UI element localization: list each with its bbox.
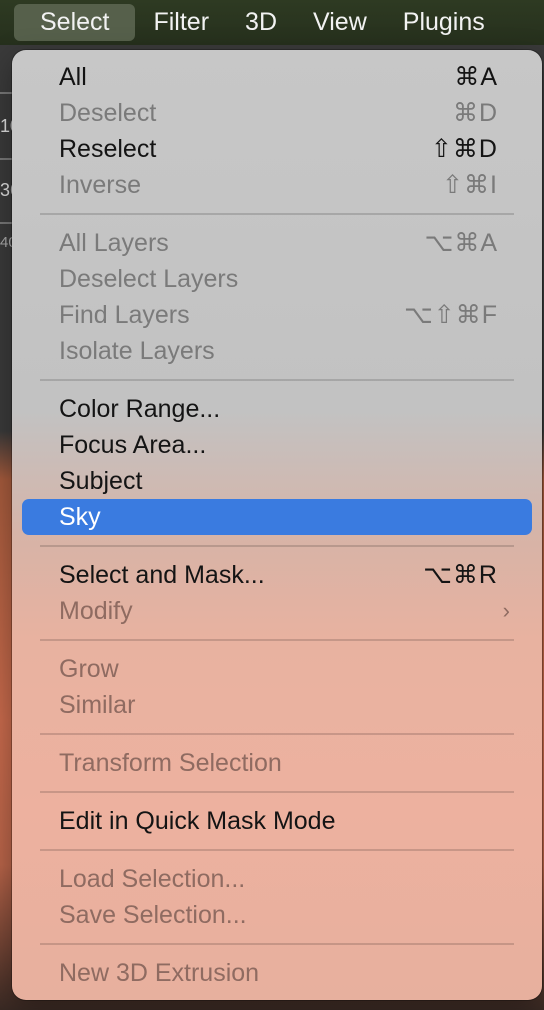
menu-item-new-3d-extrusion[interactable]: New 3D Extrusion — [22, 955, 532, 991]
menu-item-grow[interactable]: Grow — [22, 651, 532, 687]
menu-item-label: Reselect — [59, 135, 157, 163]
menu-separator — [40, 849, 514, 851]
menu-item-label: Similar — [59, 691, 136, 719]
menu-item-label: Load Selection... — [59, 865, 246, 893]
menubar-select[interactable]: Select — [14, 4, 136, 41]
menu-item-subject[interactable]: Subject — [22, 463, 532, 499]
menu-item-label: Modify — [59, 597, 133, 625]
menu-item-label: Color Range... — [59, 395, 221, 423]
menu-item-label: Save Selection... — [59, 901, 247, 929]
menu-bar: Select Filter 3D View Plugins — [0, 0, 544, 45]
menu-item-label: Find Layers — [59, 301, 190, 329]
menubar-plugins[interactable]: Plugins — [385, 0, 503, 45]
menu-item-color-range[interactable]: Color Range... — [22, 391, 532, 427]
menu-item-label: Inverse — [59, 171, 141, 199]
menu-item-save-selection[interactable]: Save Selection... — [22, 897, 532, 933]
menu-item-label: All — [59, 63, 87, 91]
menu-item-label: Focus Area... — [59, 431, 207, 459]
menu-separator — [40, 545, 514, 547]
menu-item-label: New 3D Extrusion — [59, 959, 260, 987]
menu-item-label: Edit in Quick Mask Mode — [59, 807, 336, 835]
menu-item-deselect-layers[interactable]: Deselect Layers — [22, 261, 532, 297]
menu-item-all-layers[interactable]: All Layers ⌥⌘A — [22, 225, 532, 261]
menubar-view[interactable]: View — [295, 0, 385, 45]
menu-item-shortcut: ⇧⌘D — [430, 135, 498, 163]
chevron-right-icon: › — [502, 598, 510, 623]
menu-item-label: Deselect — [59, 99, 157, 127]
menu-item-load-selection[interactable]: Load Selection... — [22, 861, 532, 897]
menu-item-shortcut: ⌥⌘R — [423, 561, 498, 589]
menu-item-label: All Layers — [59, 229, 169, 257]
menu-separator — [40, 379, 514, 381]
menubar-3d[interactable]: 3D — [227, 0, 295, 45]
menu-item-shortcut: ⌘D — [452, 99, 498, 127]
menu-item-label: Subject — [59, 467, 143, 495]
menu-item-label: Sky — [59, 503, 101, 531]
select-menu: All ⌘A Deselect ⌘D Reselect ⇧⌘D Inverse ⇧⌘I All … — [12, 50, 542, 1000]
menu-item-inverse[interactable]: Inverse ⇧⌘I — [22, 167, 532, 203]
menu-item-label: Deselect Layers — [59, 265, 239, 293]
menu-item-label: Transform Selection — [59, 749, 282, 777]
menu-item-shortcut: ⌘A — [454, 63, 498, 91]
menu-item-isolate-layers[interactable]: Isolate Layers — [22, 333, 532, 369]
menu-separator — [40, 791, 514, 793]
menu-item-deselect[interactable]: Deselect ⌘D — [22, 95, 532, 131]
menu-item-label: Select and Mask... — [59, 561, 265, 589]
menu-separator — [40, 943, 514, 945]
menu-item-label: Isolate Layers — [59, 337, 215, 365]
menu-item-label: Grow — [59, 655, 119, 683]
menu-item-focus-area[interactable]: Focus Area... — [22, 427, 532, 463]
menu-separator — [40, 733, 514, 735]
menu-item-all[interactable]: All ⌘A — [22, 59, 532, 95]
menu-item-shortcut: ⇧⌘I — [442, 171, 498, 199]
menu-item-edit-in-quick-mask-mode[interactable]: Edit in Quick Mask Mode — [22, 803, 532, 839]
menubar-filter[interactable]: Filter — [135, 0, 227, 45]
menu-separator — [40, 639, 514, 641]
menu-item-find-layers[interactable]: Find Layers ⌥⇧⌘F — [22, 297, 532, 333]
menu-item-shortcut: ⌥⇧⌘F — [403, 301, 498, 329]
menu-item-sky[interactable]: Sky — [22, 499, 532, 535]
menu-item-shortcut: ⌥⌘A — [424, 229, 498, 257]
menu-item-transform-selection[interactable]: Transform Selection — [22, 745, 532, 781]
menu-item-select-and-mask[interactable]: Select and Mask... ⌥⌘R — [22, 557, 532, 593]
menu-separator — [40, 213, 514, 215]
menu-item-similar[interactable]: Similar — [22, 687, 532, 723]
menu-item-modify[interactable]: Modify › — [22, 593, 532, 629]
menu-item-reselect[interactable]: Reselect ⇧⌘D — [22, 131, 532, 167]
